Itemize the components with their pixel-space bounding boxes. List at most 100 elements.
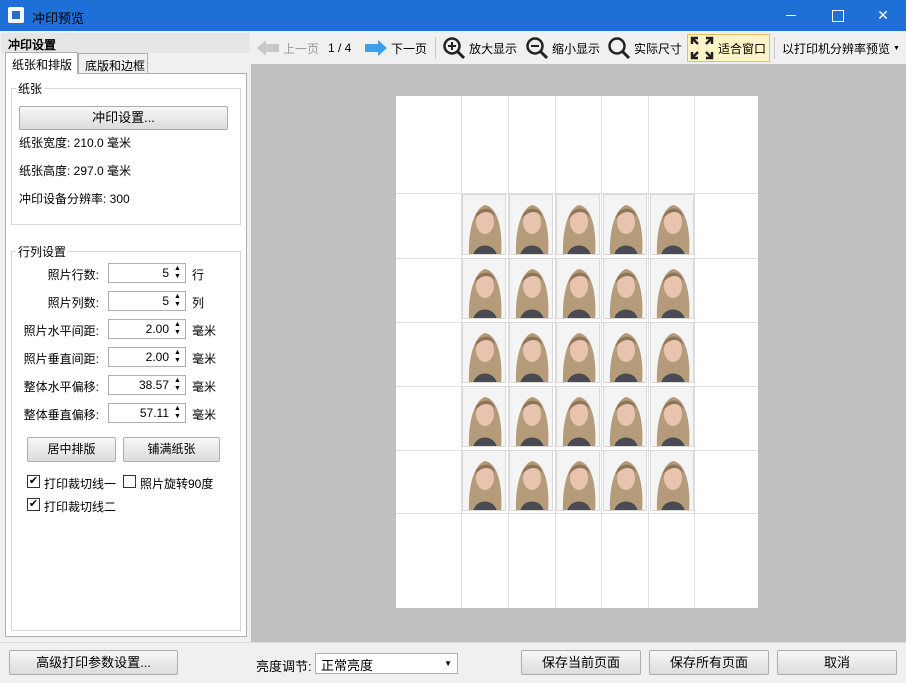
brightness-value: 正常亮度 bbox=[321, 658, 374, 673]
prev-page-button[interactable]: 上一页 bbox=[256, 33, 319, 63]
next-page-button[interactable]: 下一页 bbox=[364, 33, 427, 63]
cols-label: 照片列数: bbox=[47, 296, 99, 310]
cut-line-one-label: 打印裁切线一 bbox=[44, 477, 117, 491]
minimize-icon[interactable] bbox=[768, 0, 814, 31]
zoom-out-label: 缩小显示 bbox=[552, 41, 601, 56]
stepper-up-icon[interactable]: ▲ bbox=[174, 321, 182, 329]
grid-group-title: 行列设置 bbox=[18, 245, 67, 259]
arrow-right-icon bbox=[365, 40, 387, 56]
toolbar-separator bbox=[435, 37, 436, 59]
zoom-in-button[interactable]: 放大显示 bbox=[442, 33, 517, 63]
portrait-photo bbox=[462, 322, 506, 383]
portrait-photo bbox=[603, 194, 647, 255]
h-spacing-stepper[interactable]: 2.00 ▲ ▼ bbox=[108, 319, 186, 339]
cut-line-vertical bbox=[694, 96, 695, 608]
cut-line-two-checkbox[interactable]: ✔ bbox=[27, 498, 40, 511]
save-current-page-button[interactable]: 保存当前页面 bbox=[521, 650, 641, 675]
printer-resolution-preview-button[interactable]: 以打印机分辨率预览 ▼ bbox=[782, 33, 900, 63]
actual-size-button[interactable]: 实际尺寸 bbox=[607, 33, 682, 63]
actual-size-label: 实际尺寸 bbox=[634, 41, 683, 56]
stepper-up-icon[interactable]: ▲ bbox=[174, 265, 182, 273]
rows-label: 照片行数: bbox=[47, 268, 99, 282]
portrait-photo bbox=[509, 322, 553, 383]
v-spacing-value: 2.00 bbox=[145, 350, 169, 364]
portrait-photo bbox=[603, 258, 647, 319]
stepper-down-icon[interactable]: ▼ bbox=[174, 413, 182, 421]
maximize-icon[interactable] bbox=[814, 0, 860, 31]
portrait-photo bbox=[509, 450, 553, 511]
brightness-label: 亮度调节: bbox=[256, 659, 312, 674]
portrait-photo bbox=[509, 386, 553, 447]
portrait-photo bbox=[556, 322, 600, 383]
stepper-down-icon[interactable]: ▼ bbox=[174, 301, 182, 309]
print-settings-button[interactable]: 冲印设置... bbox=[19, 106, 228, 130]
save-all-pages-button[interactable]: 保存所有页面 bbox=[649, 650, 769, 675]
cut-line-horizontal bbox=[396, 513, 758, 514]
fit-window-icon bbox=[690, 36, 714, 60]
window-title: 冲印预览 bbox=[32, 11, 85, 26]
cut-line-two-label: 打印裁切线二 bbox=[44, 500, 117, 514]
cancel-button[interactable]: 取消 bbox=[777, 650, 897, 675]
v-spacing-stepper[interactable]: 2.00 ▲ ▼ bbox=[108, 347, 186, 367]
stepper-up-icon[interactable]: ▲ bbox=[174, 405, 182, 413]
h-offset-stepper[interactable]: 38.57 ▲ ▼ bbox=[108, 375, 186, 395]
portrait-photo bbox=[462, 450, 506, 511]
portrait-photo bbox=[462, 194, 506, 255]
panel-header: 冲印设置 bbox=[1, 33, 250, 53]
portrait-photo bbox=[650, 194, 694, 255]
rows-value: 5 bbox=[162, 266, 169, 280]
fill-paper-button[interactable]: 铺满纸张 bbox=[123, 437, 220, 462]
device-dpi-text: 冲印设备分辨率: 300 bbox=[19, 192, 130, 206]
h-spacing-label: 照片水平间距: bbox=[23, 324, 99, 338]
portrait-photo bbox=[650, 322, 694, 383]
h-spacing-unit: 毫米 bbox=[192, 324, 217, 338]
brightness-select[interactable]: 正常亮度 ▼ bbox=[315, 653, 458, 674]
cut-line-one-checkbox[interactable]: ✔ bbox=[27, 475, 40, 488]
portrait-photo bbox=[509, 194, 553, 255]
chevron-down-icon: ▼ bbox=[444, 659, 452, 668]
cols-stepper[interactable]: 5 ▲ ▼ bbox=[108, 291, 186, 311]
stepper-down-icon[interactable]: ▼ bbox=[174, 357, 182, 365]
tab-base-border[interactable]: 底版和边框 bbox=[78, 53, 148, 74]
fit-window-button[interactable]: 适合窗口 bbox=[687, 34, 770, 62]
v-offset-stepper[interactable]: 57.11 ▲ ▼ bbox=[108, 403, 186, 423]
rows-stepper[interactable]: 5 ▲ ▼ bbox=[108, 263, 186, 283]
dropdown-caret-icon: ▼ bbox=[893, 44, 900, 52]
portrait-photo bbox=[603, 386, 647, 447]
rotate-90-checkbox[interactable] bbox=[123, 475, 136, 488]
stepper-down-icon[interactable]: ▼ bbox=[174, 329, 182, 337]
portrait-photo bbox=[462, 258, 506, 319]
zoom-out-button[interactable]: 缩小显示 bbox=[525, 33, 600, 63]
rows-unit: 行 bbox=[192, 268, 205, 282]
h-offset-unit: 毫米 bbox=[192, 380, 217, 394]
center-layout-button[interactable]: 居中排版 bbox=[27, 437, 116, 462]
portrait-photo bbox=[509, 258, 553, 319]
cut-line-vertical bbox=[648, 96, 649, 608]
h-offset-value: 38.57 bbox=[138, 378, 169, 392]
cut-line-vertical bbox=[601, 96, 602, 608]
h-offset-label: 整体水平偏移: bbox=[23, 380, 99, 394]
cols-unit: 列 bbox=[192, 296, 205, 310]
rotate-90-label: 照片旋转90度 bbox=[140, 477, 214, 491]
v-offset-label: 整体垂直偏移: bbox=[23, 408, 99, 422]
stepper-up-icon[interactable]: ▲ bbox=[174, 377, 182, 385]
print-preview-app-icon bbox=[8, 7, 24, 23]
stepper-up-icon[interactable]: ▲ bbox=[174, 293, 182, 301]
tab-paper-layout[interactable]: 纸张和排版 bbox=[5, 52, 78, 74]
h-spacing-value: 2.00 bbox=[145, 322, 169, 336]
portrait-photo bbox=[556, 258, 600, 319]
stepper-down-icon[interactable]: ▼ bbox=[174, 273, 182, 281]
v-spacing-unit: 毫米 bbox=[192, 352, 217, 366]
fit-window-label: 适合窗口 bbox=[718, 41, 767, 56]
portrait-photo bbox=[650, 386, 694, 447]
close-icon[interactable]: ✕ bbox=[860, 0, 906, 31]
stepper-down-icon[interactable]: ▼ bbox=[174, 385, 182, 393]
next-page-label: 下一页 bbox=[391, 41, 428, 56]
v-offset-unit: 毫米 bbox=[192, 408, 217, 422]
stepper-up-icon[interactable]: ▲ bbox=[174, 349, 182, 357]
prev-page-label: 上一页 bbox=[283, 41, 320, 56]
printer-resolution-preview-label: 以打印机分辨率预览 bbox=[782, 41, 891, 56]
advanced-print-settings-button[interactable]: 高级打印参数设置... bbox=[9, 650, 178, 675]
toolbar-separator bbox=[774, 37, 775, 59]
paper-group-title: 纸张 bbox=[18, 82, 43, 96]
